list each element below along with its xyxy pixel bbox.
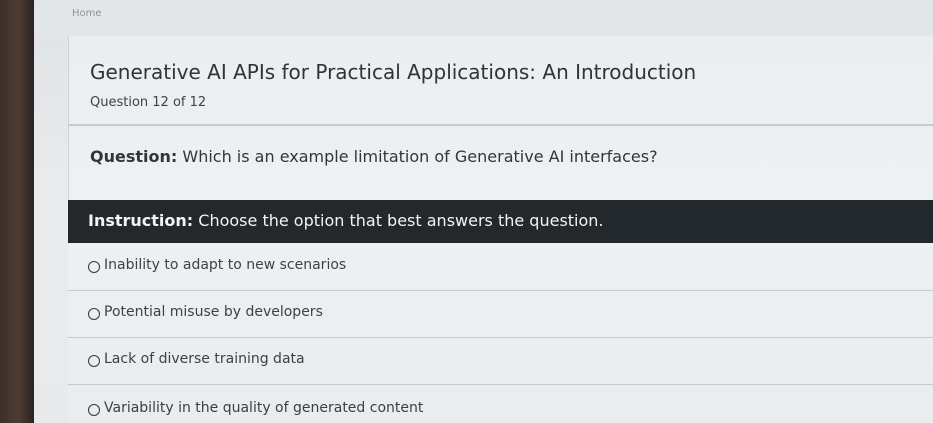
answer-option-2[interactable]: Potential misuse by developers [68, 291, 933, 338]
question-text-block: Question: Which is an example limitation… [90, 147, 658, 166]
header-divider [68, 124, 933, 126]
radio-unchecked-icon[interactable] [88, 261, 100, 273]
answer-option-1[interactable]: Inability to adapt to new scenarios [68, 244, 933, 291]
question-progress: Question 12 of 12 [90, 95, 207, 110]
answer-option-label: Variability in the quality of generated … [104, 400, 424, 416]
question-text: Which is an example limitation of Genera… [177, 147, 658, 166]
top-bar [34, 0, 933, 36]
answer-option-label: Inability to adapt to new scenarios [104, 257, 347, 273]
answer-option-label: Lack of diverse training data [104, 351, 305, 367]
breadcrumb-home-link[interactable]: Home [72, 8, 102, 19]
radio-unchecked-icon[interactable] [88, 404, 100, 416]
radio-unchecked-icon[interactable] [88, 308, 100, 320]
course-title: Generative AI APIs for Practical Applica… [90, 60, 697, 84]
answer-option-4[interactable]: Variability in the quality of generated … [68, 386, 933, 423]
instruction-label: Instruction: [88, 211, 194, 230]
question-label: Question: [90, 147, 178, 166]
answer-option-3[interactable]: Lack of diverse training data [68, 338, 933, 385]
instruction-text: Choose the option that best answers the … [193, 211, 604, 230]
device-bezel [0, 0, 34, 423]
radio-unchecked-icon[interactable] [88, 355, 100, 367]
answer-option-label: Potential misuse by developers [104, 304, 323, 320]
instruction-text-block: Instruction: Choose the option that best… [88, 211, 604, 230]
